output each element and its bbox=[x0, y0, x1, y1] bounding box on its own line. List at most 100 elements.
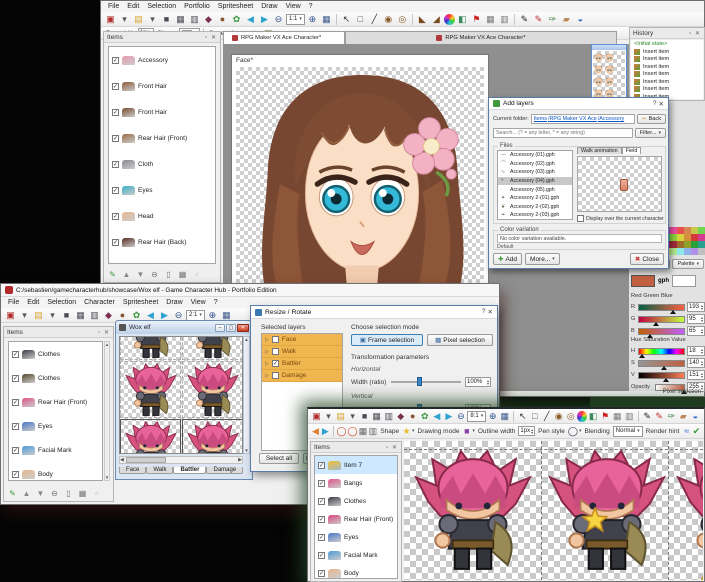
value-spinbox[interactable]: 151 ▴ ▾ bbox=[687, 370, 705, 380]
open-folder-icon[interactable]: ▤ bbox=[132, 13, 145, 25]
forward-icon[interactable]: ▶ bbox=[321, 425, 330, 437]
dock-buttons[interactable]: ▫ ✕ bbox=[689, 30, 701, 37]
close-button[interactable]: ✕ bbox=[237, 323, 249, 332]
breadcrumb-link[interactable]: Items bbox=[534, 116, 547, 122]
saturation-slider-handle[interactable] bbox=[660, 365, 667, 370]
pen-style-dropdown-icon[interactable]: ▾ bbox=[579, 428, 582, 434]
battler-zoom-canvas[interactable] bbox=[404, 441, 703, 580]
hue-spinbox[interactable]: 18 ▴ ▾ bbox=[687, 346, 705, 356]
menu-selection[interactable]: Selection bbox=[143, 3, 180, 10]
move-frame-icon[interactable]: ◉ bbox=[382, 13, 395, 25]
vertical-scrollbar[interactable]: ▲ ▼ bbox=[243, 336, 250, 454]
dropdown-icon[interactable]: ▾ bbox=[299, 16, 302, 22]
undo-icon[interactable]: ◀ bbox=[244, 13, 257, 25]
cursor-icon[interactable]: ↖ bbox=[517, 410, 528, 422]
expand-icon[interactable]: ▷ bbox=[265, 361, 269, 367]
save-icon[interactable]: ■ bbox=[359, 410, 370, 422]
breadcrumb-link[interactable]: /Accessory bbox=[598, 116, 624, 122]
item-checkbox[interactable]: ✓ bbox=[318, 515, 325, 523]
display-over-checkbox[interactable] bbox=[577, 215, 584, 222]
add-item-icon[interactable]: ✎ bbox=[107, 269, 118, 280]
item-row-clothes[interactable]: ✓ Clothes bbox=[9, 366, 102, 390]
file-row[interactable]: ❝ Accessory (04).gph bbox=[498, 176, 572, 186]
width-spinner[interactable]: 100% ▴ ▾ bbox=[465, 377, 491, 387]
back-button[interactable]: ↩ Back bbox=[636, 114, 666, 124]
stamp-icon[interactable]: ● bbox=[216, 13, 229, 25]
palette-color-swatch[interactable] bbox=[684, 227, 691, 234]
file-row[interactable]: — Accessory (01).gph bbox=[498, 151, 572, 160]
green-slider-handle[interactable] bbox=[652, 321, 659, 326]
save-as-icon[interactable]: ▥ bbox=[88, 309, 101, 321]
item-row-facial-mark[interactable]: ✓ Facial Mark bbox=[315, 546, 397, 564]
palette-color-swatch[interactable] bbox=[698, 248, 705, 255]
item-row-head[interactable]: ✓ Head bbox=[109, 203, 215, 229]
wox-elf-titlebar[interactable]: Wox elf – ▢ ✕ bbox=[116, 321, 252, 334]
palette-color-swatch[interactable] bbox=[698, 227, 705, 234]
menu-edit[interactable]: Edit bbox=[23, 299, 43, 306]
menu-edit[interactable]: Edit bbox=[123, 3, 143, 10]
shape-dropdown-icon[interactable]: ▾ bbox=[412, 428, 415, 434]
color-wheel-icon[interactable] bbox=[443, 13, 455, 25]
maximize-button[interactable]: ▢ bbox=[226, 323, 236, 332]
item-checkbox[interactable]: ✓ bbox=[112, 56, 119, 64]
item-row-rear-hair-front-[interactable]: ✓ Rear Hair (Front) bbox=[109, 125, 215, 151]
item-row-item-7[interactable]: ✓ Item 7 bbox=[315, 456, 397, 474]
item-checkbox[interactable]: ✓ bbox=[318, 497, 325, 505]
redo-icon[interactable]: ▶ bbox=[258, 13, 271, 25]
blending-combo[interactable]: Normal ▾ bbox=[612, 425, 643, 437]
circle-tool-icon[interactable]: ◯ bbox=[336, 425, 346, 437]
zoom-out-icon[interactable]: ⊖ bbox=[272, 13, 285, 25]
generate-icon[interactable]: ✿ bbox=[419, 410, 430, 422]
pixel-selection-button[interactable]: ▩ Pixel selection bbox=[427, 334, 493, 346]
menu-draw[interactable]: Draw bbox=[257, 3, 281, 10]
link-icon[interactable]: ▫ bbox=[191, 269, 202, 280]
dock-buttons[interactable]: ▫ ✕ bbox=[98, 329, 110, 336]
palette-color-swatch[interactable] bbox=[691, 241, 698, 248]
redo-icon[interactable]: ▶ bbox=[443, 410, 454, 422]
zoom-combo[interactable]: 2:1 ▾ bbox=[186, 309, 205, 321]
fill-icon[interactable]: ◒ bbox=[690, 410, 701, 422]
dropdown-icon[interactable]: ▾ bbox=[481, 413, 484, 419]
color-wheel-icon[interactable] bbox=[577, 410, 587, 422]
character-thumbnail-panel[interactable] bbox=[591, 44, 627, 102]
zoom-combo[interactable]: 1:1 ▾ bbox=[286, 13, 305, 25]
expand-icon[interactable]: ▷ bbox=[265, 337, 269, 343]
dropdown-icon[interactable]: ▾ bbox=[46, 309, 59, 321]
tile2-icon[interactable]: ▥ bbox=[498, 13, 511, 25]
saturation-spinbox[interactable]: 140 ▴ ▾ bbox=[687, 358, 705, 368]
app-icon[interactable]: ▣ bbox=[104, 13, 117, 25]
menu-character[interactable]: Character bbox=[80, 299, 119, 306]
move-down-icon[interactable]: ▼ bbox=[135, 269, 146, 280]
spinner-icon[interactable]: ▴ ▾ bbox=[701, 371, 703, 379]
expand-icon[interactable]: ▷ bbox=[265, 373, 269, 379]
sprite-cell[interactable] bbox=[182, 419, 242, 453]
item-row-body[interactable]: ✓ Body bbox=[315, 564, 397, 578]
swatch-icon[interactable]: ◧ bbox=[456, 13, 469, 25]
move-up-icon[interactable]: ▲ bbox=[121, 269, 132, 280]
dropdown-icon[interactable]: ▾ bbox=[347, 410, 358, 422]
tab-walk-animation[interactable]: Walk animation bbox=[577, 147, 622, 154]
cursor-icon[interactable]: ↖ bbox=[340, 13, 353, 25]
sprite-cell[interactable] bbox=[120, 361, 181, 418]
dropdown-icon[interactable]: ▾ bbox=[199, 312, 202, 318]
duplicate-item-icon[interactable]: ▯ bbox=[63, 488, 74, 499]
zoom-in-icon[interactable]: ⊕ bbox=[487, 410, 498, 422]
red-slider-handle[interactable] bbox=[670, 309, 677, 314]
export-icon[interactable]: ◆ bbox=[102, 309, 115, 321]
palette-color-swatch[interactable] bbox=[691, 227, 698, 234]
tab-character-1[interactable]: RPG Maker VX Ace Character* bbox=[223, 31, 345, 44]
item-row-clothes[interactable]: ✓ Clothes bbox=[9, 342, 102, 366]
palette-color-swatch[interactable] bbox=[677, 234, 684, 241]
save-as-icon[interactable]: ▥ bbox=[188, 13, 201, 25]
item-row-eyes[interactable]: ✓ Eyes bbox=[9, 414, 102, 438]
history-entry[interactable]: Insert item bbox=[631, 48, 703, 56]
item-row-cloth[interactable]: ✓ Cloth bbox=[109, 151, 215, 177]
grid-tool2-icon[interactable]: ▥ bbox=[368, 425, 378, 437]
palette-color-swatch[interactable] bbox=[684, 234, 691, 241]
item-checkbox[interactable]: ✓ bbox=[318, 551, 325, 559]
save-all-icon[interactable]: ▦ bbox=[371, 410, 382, 422]
spinner-icon[interactable]: ▴ ▾ bbox=[701, 359, 703, 367]
layer-row-battler[interactable]: ▷ ✓ Battler bbox=[262, 358, 342, 370]
file-row[interactable]: ⌒ Accessory (02).gph bbox=[498, 160, 572, 169]
items-scrollbar[interactable]: ▲ ▼ bbox=[104, 341, 110, 481]
